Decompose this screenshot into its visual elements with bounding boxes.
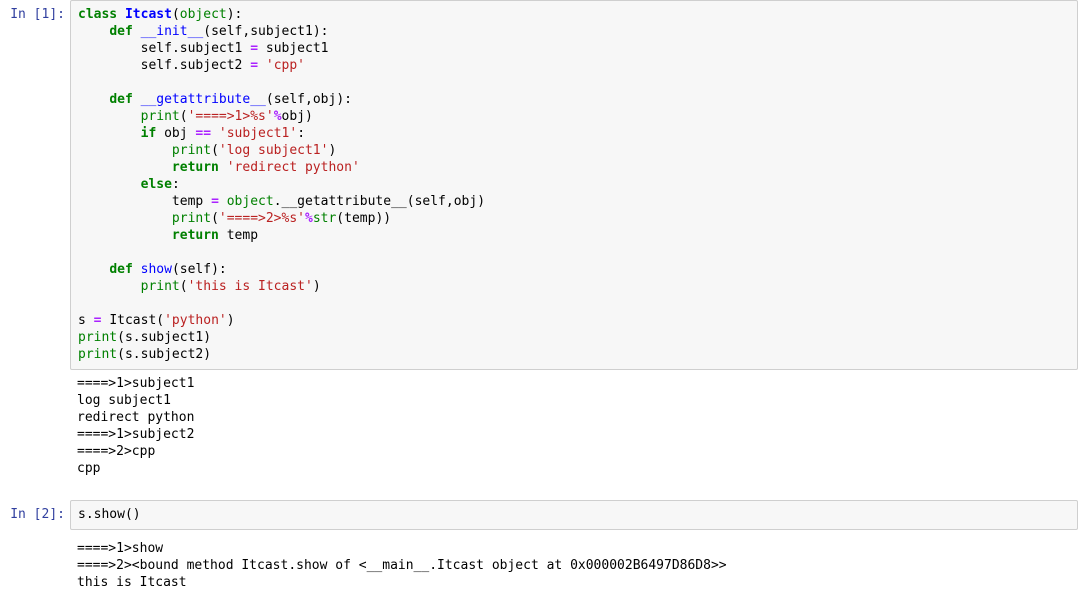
output-area-2: ====>1>show ====>2><bound method Itcast.…: [70, 539, 1078, 593]
output-row-2: ====>1>show ====>2><bound method Itcast.…: [0, 539, 1091, 593]
code-editor-2[interactable]: s.show(): [70, 500, 1078, 530]
output-prompt-2: [0, 539, 70, 562]
code-cell-1[interactable]: In [1]: class Itcast(object): def __init…: [0, 0, 1091, 370]
output-row-1: ====>1>subject1 log subject1 redirect py…: [0, 374, 1091, 479]
output-stream-2: ====>1>show ====>2><bound method Itcast.…: [77, 541, 727, 590]
output-stream-1: ====>1>subject1 log subject1 redirect py…: [77, 376, 195, 476]
code-cell-2[interactable]: In [2]: s.show(): [0, 500, 1091, 530]
notebook-container: In [1]: class Itcast(object): def __init…: [0, 0, 1091, 598]
input-prompt-2: In [2]:: [10, 507, 65, 522]
output-prompt-1: [0, 374, 70, 397]
code-editor-1[interactable]: class Itcast(object): def __init__(self,…: [70, 0, 1078, 370]
code-source-1[interactable]: class Itcast(object): def __init__(self,…: [78, 6, 1071, 363]
input-prompt-1: In [1]:: [10, 7, 65, 22]
code-source-2[interactable]: s.show(): [78, 506, 1071, 523]
output-area-1: ====>1>subject1 log subject1 redirect py…: [70, 374, 1078, 479]
